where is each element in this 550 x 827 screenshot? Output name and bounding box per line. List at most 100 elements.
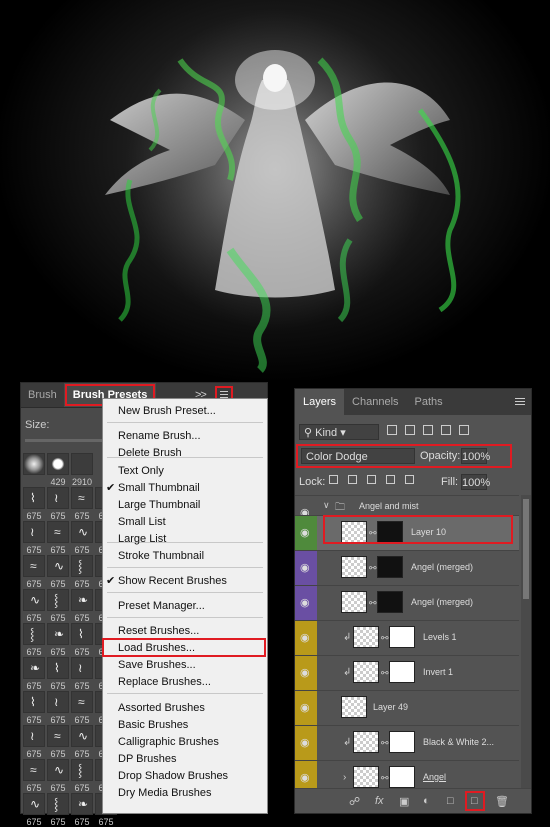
brush-preset[interactable]: ≀ 675	[47, 691, 69, 725]
brush-preset[interactable]: ⸾ 675	[23, 623, 45, 657]
tab-brush[interactable]: Brush	[21, 383, 64, 407]
brush-preset[interactable]: ≀ 675	[71, 657, 93, 691]
brush-preset[interactable]: ≈675	[23, 555, 45, 589]
menu-item[interactable]: DP Brushes	[118, 751, 177, 767]
visibility-eye-icon[interactable]	[295, 551, 317, 585]
layer-row[interactable]: ⚯ Angel (merged)	[295, 585, 519, 620]
layer-row[interactable]: Layer 49	[295, 690, 519, 725]
layer-mask-thumbnail[interactable]	[389, 661, 415, 683]
layer-mask-thumbnail[interactable]	[389, 731, 415, 753]
visibility-eye-icon[interactable]	[295, 656, 317, 690]
panel-menu-icon[interactable]	[515, 398, 525, 406]
visibility-eye-icon[interactable]	[295, 621, 317, 655]
adjustment-icon[interactable]: ◐	[423, 795, 430, 807]
brush-preset[interactable]: ≈675	[47, 725, 69, 759]
mask-link-icon[interactable]: ⚯	[369, 563, 377, 574]
layer-row[interactable]: ⚯ Angel (merged)	[295, 550, 519, 585]
type-filter-icon[interactable]	[423, 425, 433, 435]
menu-item[interactable]: Preset Manager...	[118, 598, 205, 614]
kind-filter-select[interactable]: ⚲ Kind ▾	[299, 424, 379, 440]
lock-image-icon[interactable]	[348, 475, 357, 484]
menu-item[interactable]: Assorted Brushes	[118, 700, 205, 716]
mask-link-icon[interactable]: ⚯	[369, 598, 377, 609]
brush-preset[interactable]: ⌇ 675	[47, 657, 69, 691]
menu-item[interactable]: Basic Brushes	[118, 717, 188, 733]
visibility-eye-icon[interactable]	[295, 496, 317, 519]
brush-preset[interactable]: 429	[47, 453, 69, 487]
brush-preset[interactable]: ≀ 675	[23, 725, 45, 759]
menu-item[interactable]: ✔ Show Recent Brushes	[106, 573, 227, 589]
brush-preset[interactable]: ⌇ 675	[23, 487, 45, 521]
new-layer-icon[interactable]: □	[471, 795, 478, 807]
lock-transparency-icon[interactable]	[329, 475, 338, 484]
brush-preset[interactable]: ∿ 675	[71, 725, 93, 759]
brush-preset[interactable]: ≀ 675	[23, 521, 45, 555]
brush-preset[interactable]: ❧ 675	[23, 657, 45, 691]
visibility-eye-icon[interactable]	[295, 586, 317, 620]
brush-preset[interactable]: ❧ 675	[71, 793, 93, 827]
brush-preset[interactable]: ⌇ 675	[71, 623, 93, 657]
brush-preset[interactable]: 2910	[71, 453, 93, 487]
menu-item[interactable]: Drop Shadow Brushes	[118, 768, 228, 784]
tab-paths[interactable]: Paths	[407, 389, 451, 415]
brush-preset[interactable]: ⸾ 675	[47, 793, 69, 827]
trash-icon[interactable]: 🗑	[495, 795, 509, 808]
menu-item[interactable]: Delete Brush	[118, 445, 182, 461]
menu-item[interactable]: Reset Brushes...	[118, 623, 199, 639]
mask-link-icon[interactable]: ⚯	[381, 668, 389, 679]
layer-mask-thumbnail[interactable]	[389, 626, 415, 648]
layer-row[interactable]: ↲ ⚯ Invert 1	[295, 655, 519, 690]
layer-mask-thumbnail[interactable]	[377, 556, 403, 578]
brush-preset[interactable]: ⸾ 675	[71, 555, 93, 589]
brush-preset[interactable]: ≀ 675	[47, 487, 69, 521]
layer-row[interactable]: ↲ ⚯ Black & White 2...	[295, 725, 519, 760]
mask-link-icon[interactable]: ⚯	[381, 633, 389, 644]
menu-item[interactable]: Small List	[118, 514, 166, 530]
tab-channels[interactable]: Channels	[344, 389, 406, 415]
brush-preset[interactable]: ∿ 675	[23, 589, 45, 623]
fill-input[interactable]: 100%	[461, 474, 490, 490]
document-canvas[interactable]	[0, 0, 550, 380]
blend-mode-select[interactable]: Color Dodge	[301, 448, 415, 464]
layers-scrollbar[interactable]	[521, 495, 531, 791]
menu-item[interactable]: New Brush Preset...	[118, 403, 216, 419]
mask-link-icon[interactable]: ⚯	[381, 773, 389, 784]
layer-mask-thumbnail[interactable]	[389, 766, 415, 788]
brush-preset[interactable]: ≈675	[23, 759, 45, 793]
brush-preset[interactable]: ≈675	[47, 521, 69, 555]
tab-layers[interactable]: Layers	[295, 389, 345, 415]
mask-icon[interactable]: ▣	[399, 795, 409, 808]
brush-preset[interactable]: ≈675	[71, 691, 93, 725]
layer-row[interactable]: ↲ ⚯ Levels 1	[295, 620, 519, 655]
lock-artboard-icon[interactable]	[386, 475, 395, 484]
mask-link-icon[interactable]: ⚯	[381, 738, 389, 749]
link-icon[interactable]: ☍	[349, 795, 360, 808]
lock-all-icon[interactable]	[405, 475, 414, 484]
brush-preset[interactable]: ⸾ 675	[47, 589, 69, 623]
visibility-eye-icon[interactable]	[295, 726, 317, 760]
menu-item[interactable]: ✔ Small Thumbnail	[106, 480, 200, 496]
menu-item[interactable]: Dry Media Brushes	[118, 785, 212, 801]
collapse-chevron-icon[interactable]: ∨	[323, 500, 330, 511]
visibility-eye-icon[interactable]	[295, 691, 317, 725]
visibility-eye-icon[interactable]	[295, 516, 317, 550]
brush-preset[interactable]: ∿ 675	[47, 555, 69, 589]
menu-item[interactable]: Rename Brush...	[118, 428, 201, 444]
brush-preset[interactable]: ❧ 675	[71, 589, 93, 623]
shape-filter-icon[interactable]	[441, 425, 451, 435]
menu-item[interactable]: Calligraphic Brushes	[118, 734, 219, 750]
layer-group[interactable]: ∨ 🗀 Angel and mist	[295, 495, 519, 519]
scroll-thumb[interactable]	[523, 499, 529, 599]
folder-icon[interactable]: □	[447, 795, 454, 807]
brush-preset[interactable]: ⌇ 675	[23, 691, 45, 725]
menu-item[interactable]: Large List	[118, 531, 166, 547]
pixel-filter-icon[interactable]	[387, 425, 397, 435]
layer-mask-thumbnail[interactable]	[377, 591, 403, 613]
brush-preset[interactable]: ∿ 675	[71, 521, 93, 555]
menu-item[interactable]: Large Thumbnail	[118, 497, 200, 513]
adjustment-filter-icon[interactable]	[405, 425, 415, 435]
brush-preset[interactable]: ∿ 675	[23, 793, 45, 827]
menu-item[interactable]: Stroke Thumbnail	[118, 548, 204, 564]
smart-object-filter-icon[interactable]	[459, 425, 469, 435]
opacity-input[interactable]: 100%	[461, 448, 490, 464]
